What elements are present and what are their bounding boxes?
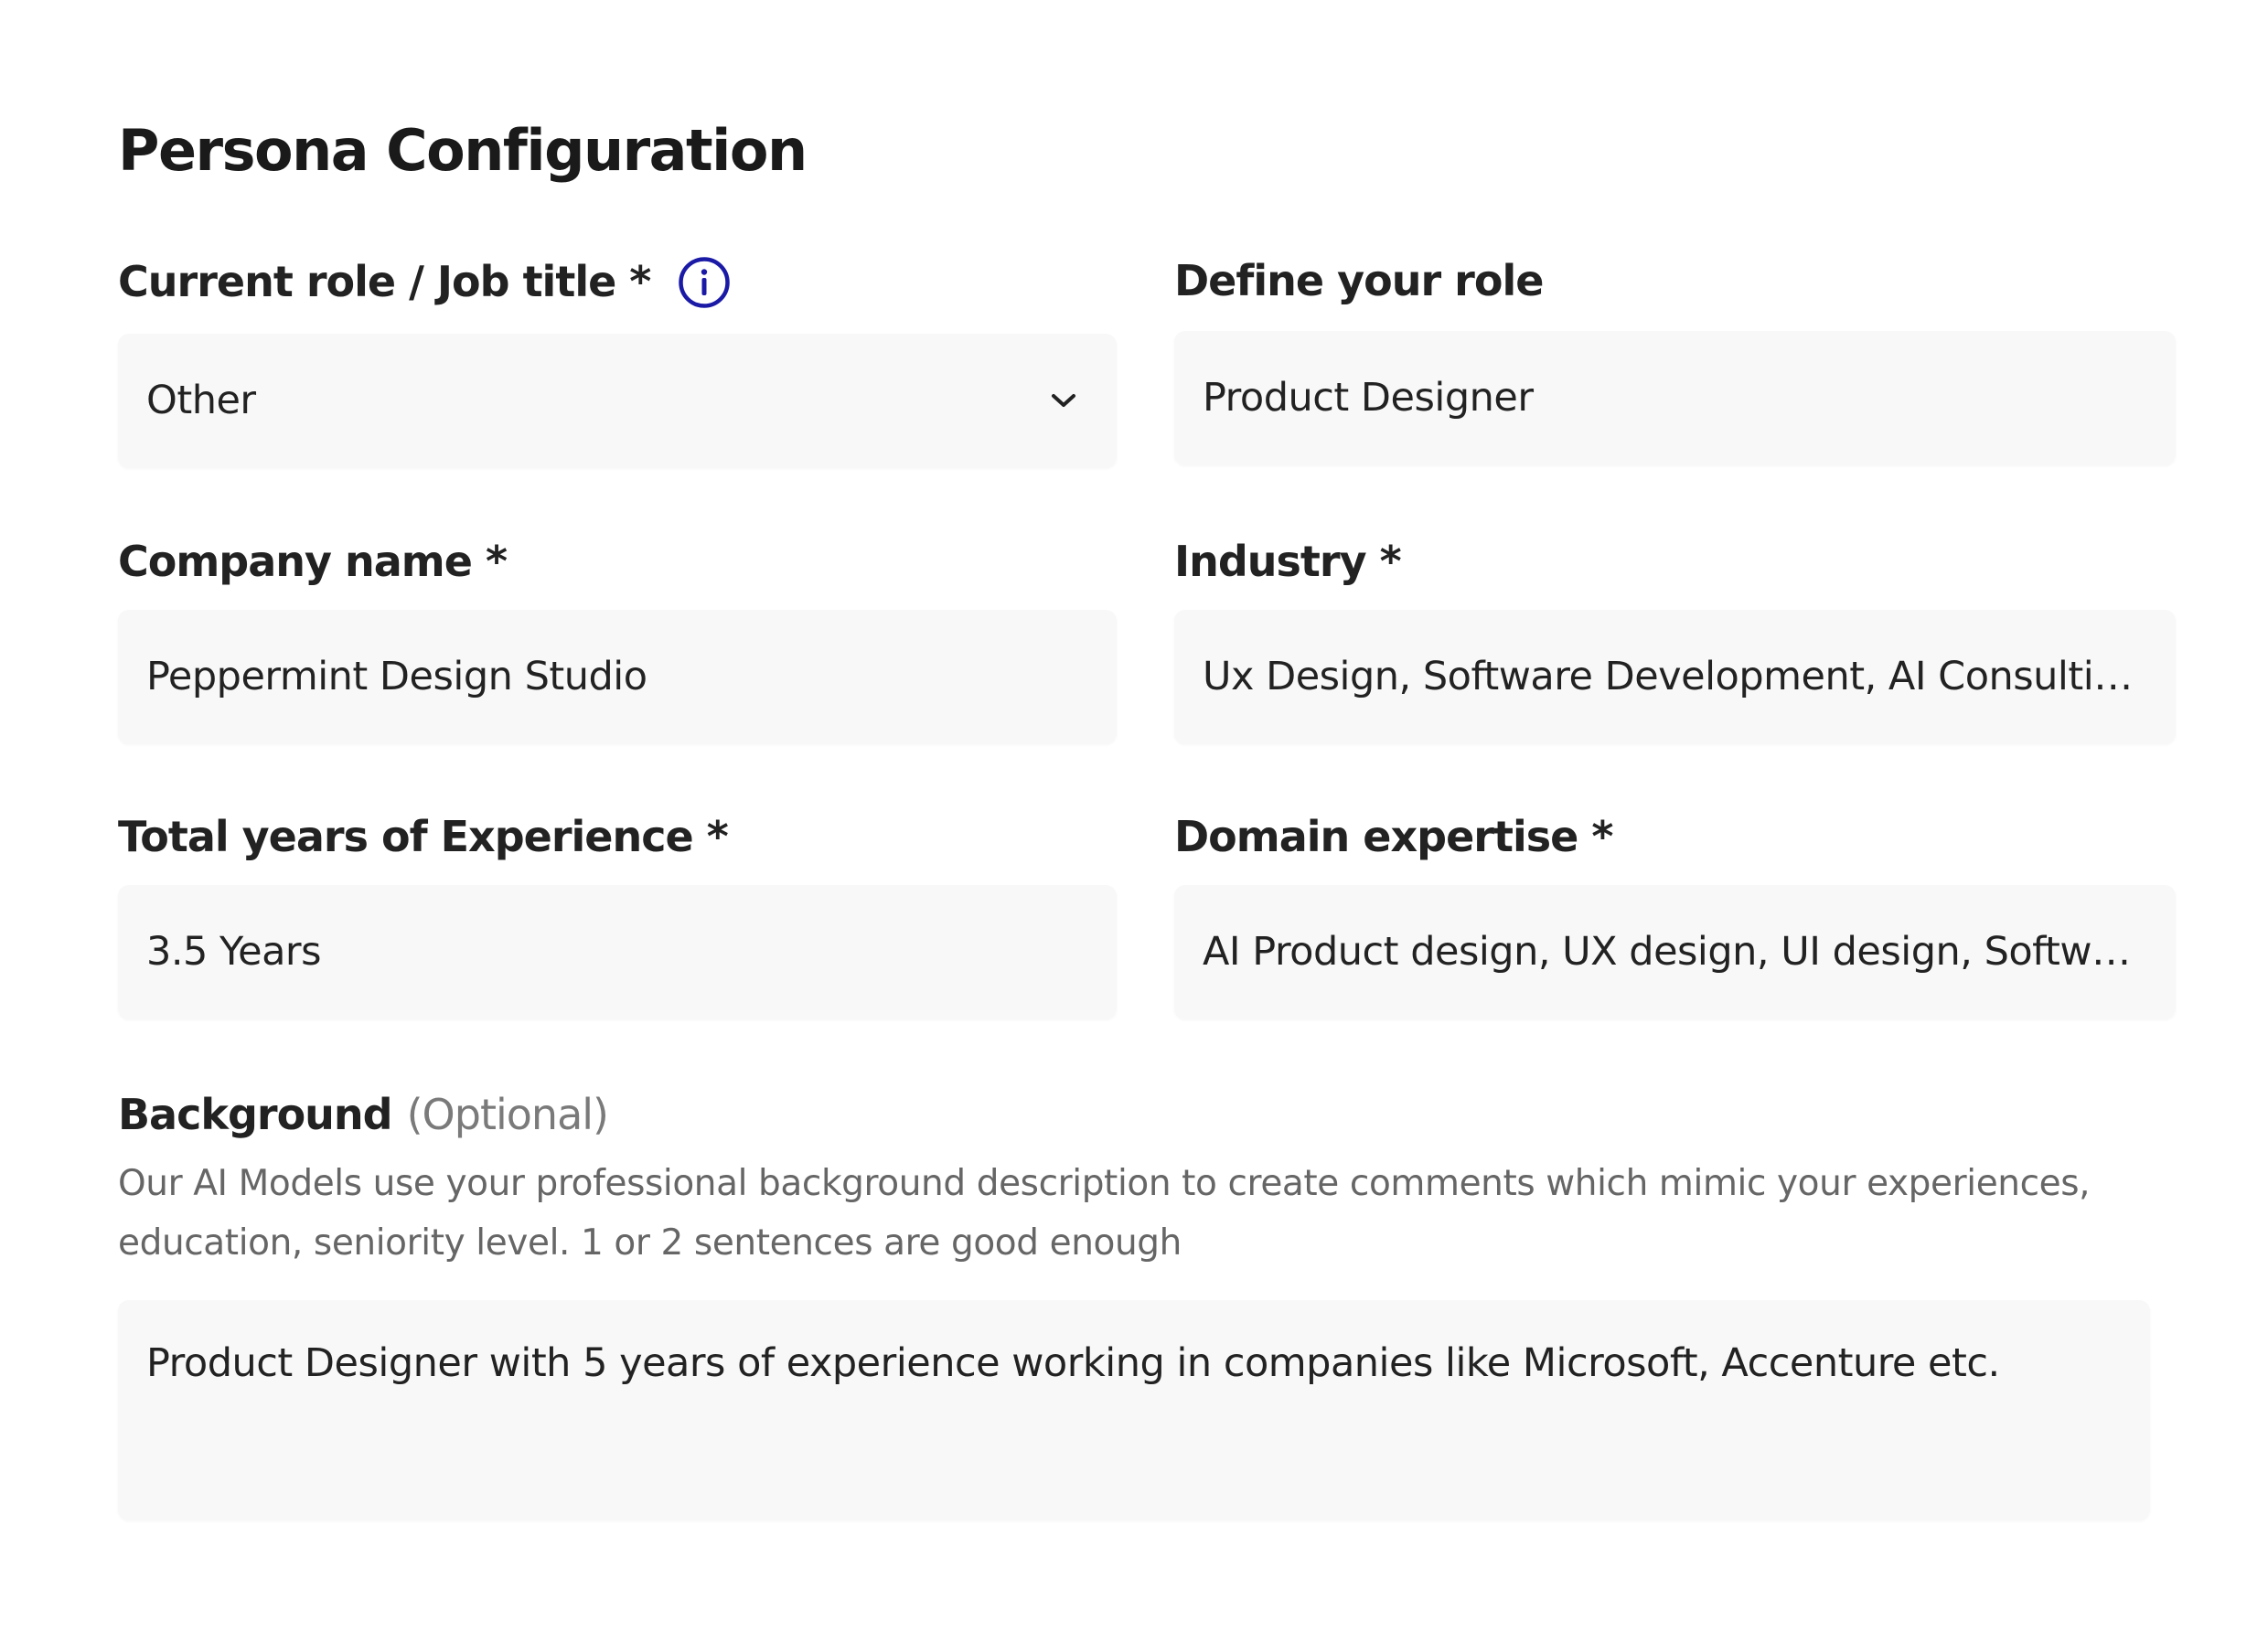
company-name-label: Company name * <box>118 537 508 586</box>
domain-expertise-value: AI Product design, UX design, UI design,… <box>1203 929 2139 975</box>
experience-label: Total years of Experience * <box>118 812 729 861</box>
page-title: Persona Configuration <box>118 117 808 184</box>
role-select-value: Other <box>146 378 256 423</box>
define-role-value: Product Designer <box>1203 375 1534 421</box>
industry-value: Ux Design, Software Development, AI Cons… <box>1203 654 2139 699</box>
optional-tag: (Optional) <box>406 1090 609 1139</box>
industry-label: Industry * <box>1174 537 1402 586</box>
domain-expertise-label: Domain expertise * <box>1174 812 1613 861</box>
chevron-down-icon <box>1047 384 1080 417</box>
company-name-value: Peppermint Design Studio <box>146 654 647 699</box>
persona-configuration-page: Persona Configuration Current role / Job… <box>0 0 2268 1632</box>
define-role-input[interactable]: Product Designer <box>1174 331 2176 464</box>
info-icon[interactable] <box>678 256 731 309</box>
company-name-input[interactable]: Peppermint Design Studio <box>118 610 1117 743</box>
define-role-label: Define your role <box>1174 256 1544 305</box>
role-label-row: Current role / Job title * <box>118 256 731 309</box>
background-help-text: Our AI Models use your professional back… <box>118 1163 2091 1264</box>
background-label-row: Background (Optional) <box>118 1090 609 1140</box>
experience-input[interactable]: 3.5 Years <box>118 885 1117 1019</box>
industry-input[interactable]: Ux Design, Software Development, AI Cons… <box>1174 610 2176 743</box>
role-select[interactable]: Other <box>118 334 1117 467</box>
domain-expertise-input[interactable]: AI Product design, UX design, UI design,… <box>1174 885 2176 1019</box>
role-label: Current role / Job title * <box>118 257 651 307</box>
background-label: Background <box>118 1090 393 1139</box>
experience-value: 3.5 Years <box>146 929 322 975</box>
background-textarea[interactable]: Product Designer with 5 years of experie… <box>118 1300 2150 1520</box>
